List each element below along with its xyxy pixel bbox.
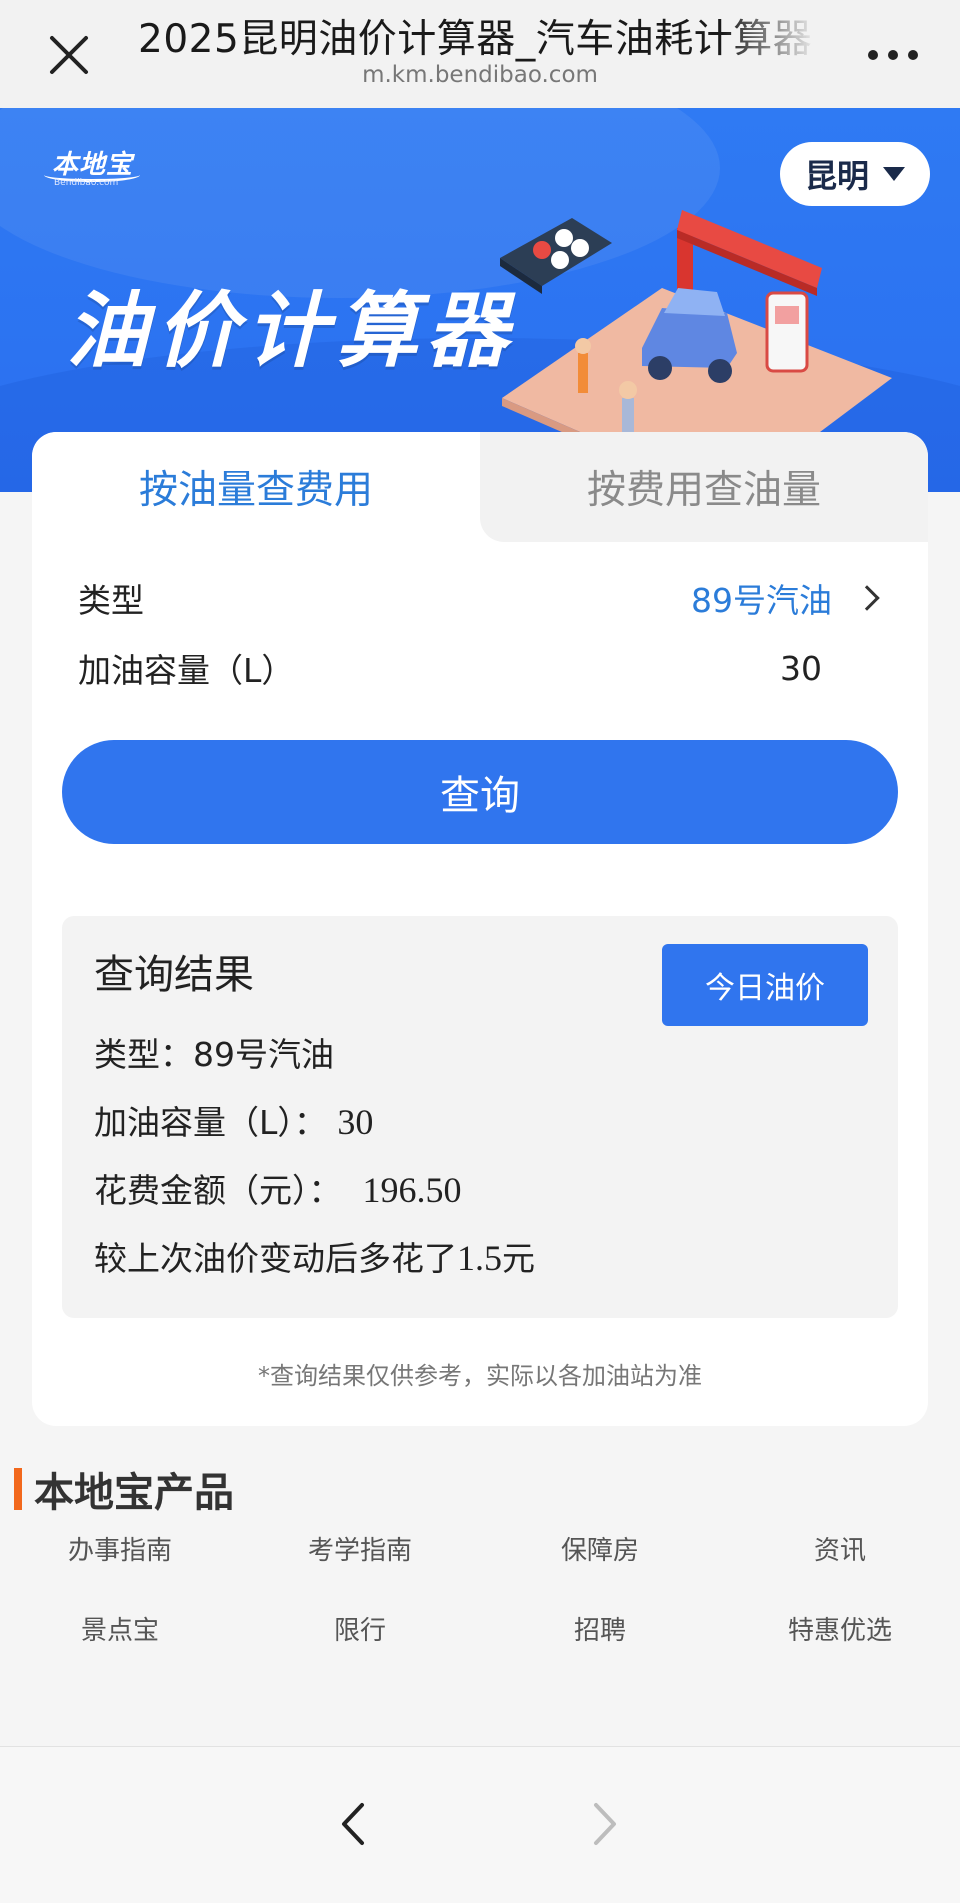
product-link[interactable]: 办事指南 <box>0 1530 240 1567</box>
calculator-card: 按油量查费用 按费用查油量 类型 89号汽油 加油容量（L） 30 查询 查询结… <box>32 432 928 1426</box>
volume-row: 加油容量（L） 30 <box>78 638 882 698</box>
result-change-line: 较上次油价变动后多花了1.5元 <box>94 1238 535 1278</box>
product-link[interactable]: 特惠优选 <box>720 1610 960 1647</box>
hero-title: 油价计算器 <box>66 284 516 379</box>
products-header: 本地宝产品 <box>14 1464 234 1516</box>
chevron-right-icon <box>854 585 880 611</box>
forward-arrow-icon[interactable] <box>578 1799 628 1849</box>
fuel-type-label: 类型 <box>78 581 144 620</box>
product-link[interactable]: 限行 <box>240 1610 480 1647</box>
fuel-type-value: 89号汽油 <box>691 581 832 620</box>
result-cost-value: 196.50 <box>362 1170 462 1210</box>
browser-bottom-bar <box>0 1746 960 1903</box>
section-accent-bar <box>14 1468 22 1510</box>
browser-top-bar: 2025昆明油价计算器_汽车油耗计算器 m.km.bendibao.com <box>0 0 960 108</box>
product-link[interactable]: 景点宝 <box>0 1610 240 1647</box>
query-button[interactable]: 查询 <box>62 740 898 844</box>
volume-label: 加油容量（L） <box>78 651 295 690</box>
calculator-tabs: 按油量查费用 按费用查油量 <box>32 432 928 542</box>
today-price-button[interactable]: 今日油价 <box>662 944 868 1026</box>
page-title: 2025昆明油价计算器_汽车油耗计算器 <box>138 17 813 62</box>
fuel-type-row[interactable]: 类型 89号汽油 <box>78 568 882 628</box>
volume-input[interactable]: 30 <box>780 649 822 688</box>
result-panel: 查询结果 今日油价 类型：89号汽油 加油容量（L）： 30 花费金额（元）： … <box>62 916 898 1318</box>
back-arrow-icon[interactable] <box>330 1799 380 1849</box>
result-change-value: 1.5 <box>457 1238 502 1278</box>
more-options-icon[interactable] <box>868 38 918 72</box>
tab-by-cost[interactable]: 按费用查油量 <box>480 432 928 542</box>
product-link[interactable]: 招聘 <box>480 1610 720 1647</box>
caret-down-icon <box>883 167 905 181</box>
result-type-line: 类型：89号汽油 <box>94 1035 334 1074</box>
product-link[interactable]: 考学指南 <box>240 1530 480 1567</box>
tab-by-volume[interactable]: 按油量查费用 <box>32 432 480 542</box>
page-url: m.km.bendibao.com <box>362 62 598 88</box>
product-link[interactable]: 保障房 <box>480 1530 720 1567</box>
result-title: 查询结果 <box>94 952 254 998</box>
product-link[interactable]: 资讯 <box>720 1530 960 1567</box>
result-type-value: 89号汽油 <box>193 1035 334 1074</box>
result-volume-value: 30 <box>337 1102 374 1142</box>
result-cost-line: 花费金额（元）： 196.50 <box>94 1170 462 1210</box>
brand-logo: 本地宝 Bendibao.com <box>44 144 144 188</box>
result-volume-line: 加油容量（L）： 30 <box>94 1102 374 1142</box>
disclaimer-text: *查询结果仅供参考，实际以各加油站为准 <box>258 1362 702 1390</box>
products-title: 本地宝产品 <box>34 1470 234 1516</box>
